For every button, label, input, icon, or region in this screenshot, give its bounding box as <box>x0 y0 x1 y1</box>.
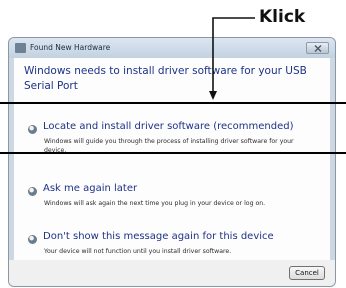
option-arrow-icon <box>28 235 37 244</box>
callout-label: Klick <box>259 7 306 27</box>
option-description: Your device will not function until you … <box>44 248 232 255</box>
option-ask-later[interactable]: Ask me again later Windows will ask agai… <box>14 182 332 220</box>
dialog-footer: Cancel <box>9 260 335 286</box>
option-title: Ask me again later <box>43 183 138 194</box>
option-arrow-icon <box>28 187 37 196</box>
cancel-button[interactable]: Cancel <box>289 266 325 280</box>
option-title: Don't show this message again for this d… <box>43 231 274 242</box>
option-description: Windows will ask again the next time you… <box>44 200 266 207</box>
